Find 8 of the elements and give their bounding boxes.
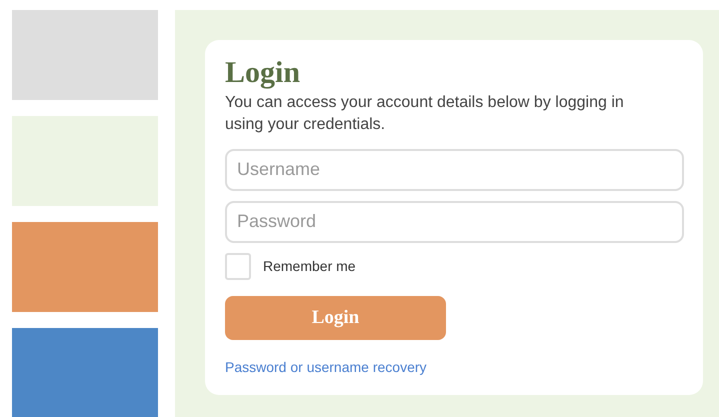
login-title: Login <box>225 58 302 88</box>
input-field[interactable]: Username <box>225 148 684 191</box>
login-button[interactable]: Login <box>225 296 446 340</box>
recovery-link[interactable]: Password or username recovery <box>225 358 427 375</box>
remember-label: Remember me <box>263 256 356 276</box>
input-field[interactable]: Password <box>225 200 684 243</box>
remember-checkbox[interactable] <box>225 252 251 280</box>
description-text: You can access your account details below by logging in using your credentials. <box>225 93 625 136</box>
